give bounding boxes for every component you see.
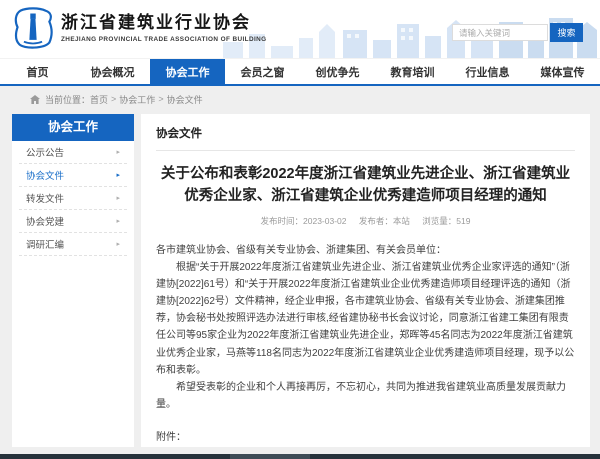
sidebar-item-party-building[interactable]: 协会党建 ▸: [19, 210, 127, 233]
search-bar: 搜索: [452, 23, 583, 42]
site-logo[interactable]: 浙江省建筑业行业协会 ZHEJIANG PROVINCIAL TRADE ASS…: [13, 7, 267, 50]
sidebar-item-label: 协会党建: [26, 214, 64, 228]
main-area: 协会工作 公示公告 ▸ 协会文件 ▸ 转发文件 ▸ 协会党建 ▸: [12, 114, 590, 447]
sidebar-item-label: 协会文件: [26, 168, 64, 182]
paragraph-salutation: 各市建筑业协会、省级有关专业协会、浙建集团、有关会员单位：: [156, 242, 575, 259]
article-meta: 发布时间：2023-03-02 发布者：本站 浏览量：519: [156, 215, 575, 227]
search-button[interactable]: 搜索: [550, 23, 583, 42]
sidebar: 协会工作 公示公告 ▸ 协会文件 ▸ 转发文件 ▸ 协会党建 ▸: [12, 114, 134, 447]
view-count: 浏览量：519: [422, 216, 470, 226]
paragraph-closing: 希望受表彰的企业和个人再接再厉，不忘初心，共同为推进我省建筑业高质量发展贡献力量…: [156, 379, 575, 413]
sidebar-title: 协会工作: [12, 114, 134, 141]
publish-time: 发布时间：2023-03-02: [261, 216, 347, 226]
sidebar-item-research[interactable]: 调研汇编 ▸: [19, 233, 127, 256]
footer-bar: [0, 454, 600, 459]
sidebar-item-notices[interactable]: 公示公告 ▸: [19, 141, 127, 164]
breadcrumb-label: 当前位置：: [45, 93, 90, 106]
breadcrumb-separator: >: [158, 94, 163, 104]
association-emblem-icon: [13, 7, 53, 50]
footer-segment: [230, 454, 310, 459]
sidebar-item-label: 公示公告: [26, 145, 64, 159]
article-panel: 协会文件 关于公布和表彰2022年度浙江省建筑业先进企业、浙江省建筑业优秀企业家…: [141, 114, 590, 447]
sidebar-item-label: 调研汇编: [26, 237, 64, 251]
chevron-right-icon: ▸: [116, 148, 120, 156]
chevron-right-icon: ▸: [116, 217, 120, 225]
sidebar-menu: 公示公告 ▸ 协会文件 ▸ 转发文件 ▸ 协会党建 ▸ 调研汇编 ▸: [12, 141, 134, 256]
article-title: 关于公布和表彰2022年度浙江省建筑业先进企业、浙江省建筑业优秀企业家、浙江省建…: [160, 164, 571, 208]
sidebar-item-association-docs[interactable]: 协会文件 ▸: [19, 164, 127, 187]
breadcrumb: 当前位置： 首页 > 协会工作 > 协会文件: [0, 86, 600, 112]
nav-item-excellence[interactable]: 创优争先: [300, 59, 375, 84]
attachments-label: 附件：: [156, 428, 575, 443]
breadcrumb-separator: >: [111, 94, 116, 104]
chevron-right-icon: ▸: [116, 171, 120, 179]
chevron-right-icon: ▸: [116, 240, 120, 248]
section-title: 协会文件: [156, 125, 575, 151]
article-body: 各市建筑业协会、省级有关专业协会、浙建集团、有关会员单位： 根据“关于开展202…: [156, 242, 575, 414]
site-header: 浙江省建筑业行业协会 ZHEJIANG PROVINCIAL TRADE ASS…: [0, 0, 600, 58]
page: 浙江省建筑业行业协会 ZHEJIANG PROVINCIAL TRADE ASS…: [0, 0, 600, 459]
breadcrumb-link-association-work[interactable]: 协会工作: [119, 93, 155, 106]
nav-item-industry-info[interactable]: 行业信息: [450, 59, 525, 84]
breadcrumb-link-home[interactable]: 首页: [90, 93, 108, 106]
nav-item-training[interactable]: 教育培训: [375, 59, 450, 84]
logo-text: 浙江省建筑业行业协会 ZHEJIANG PROVINCIAL TRADE ASS…: [61, 14, 267, 43]
nav-item-home[interactable]: 首页: [0, 59, 75, 84]
nav-item-members[interactable]: 会员之窗: [225, 59, 300, 84]
publisher: 发布者：本站: [359, 216, 410, 226]
main-nav: 首页 协会概况 协会工作 会员之窗 创优争先 教育培训 行业信息 媒体宣传: [0, 58, 600, 86]
nav-item-media[interactable]: 媒体宣传: [525, 59, 600, 84]
chevron-right-icon: ▸: [116, 194, 120, 202]
sidebar-item-forwarded-docs[interactable]: 转发文件 ▸: [19, 187, 127, 210]
nav-item-association-work[interactable]: 协会工作: [150, 59, 225, 84]
search-input[interactable]: [452, 24, 548, 41]
paragraph-main: 根据“关于开展2022年度浙江省建筑业先进企业、浙江省建筑业优秀企业家评选的通知…: [156, 259, 575, 379]
org-name-en: ZHEJIANG PROVINCIAL TRADE ASSOCIATION OF…: [61, 36, 267, 43]
org-name-cn: 浙江省建筑业行业协会: [61, 14, 267, 33]
home-icon: [30, 95, 40, 104]
breadcrumb-link-association-docs[interactable]: 协会文件: [167, 93, 203, 106]
sidebar-item-label: 转发文件: [26, 191, 64, 205]
attachments-section: 附件： 1、2022年度浙江省建筑业先进企业 2、2022年度浙江省建筑业优秀企…: [156, 428, 575, 447]
nav-item-about[interactable]: 协会概况: [75, 59, 150, 84]
